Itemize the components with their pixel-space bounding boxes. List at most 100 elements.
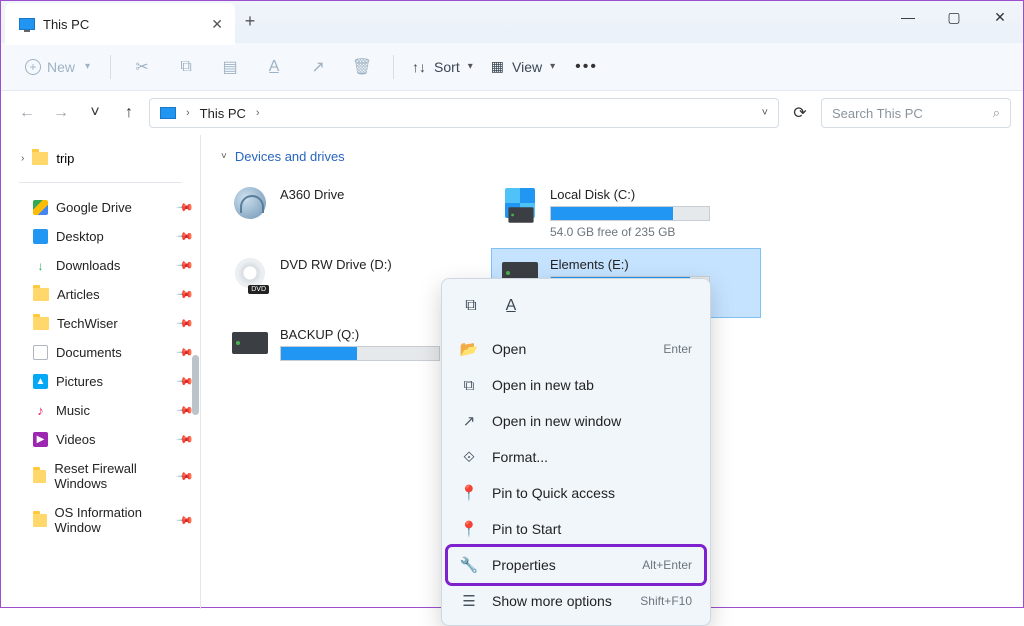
view-icon: ▦ bbox=[491, 58, 504, 75]
share-button[interactable]: ↗ bbox=[297, 49, 339, 85]
sidebar-item[interactable]: OS Information Window📌 bbox=[1, 498, 200, 542]
close-button[interactable]: ✕ bbox=[977, 1, 1023, 33]
drive-name: A360 Drive bbox=[280, 187, 482, 202]
more-icon: ☰ bbox=[460, 592, 478, 610]
rename-button[interactable]: A̲ bbox=[253, 49, 295, 85]
sidebar-item-trip[interactable]: › trip bbox=[1, 145, 200, 172]
up-button[interactable]: ↑ bbox=[115, 99, 143, 127]
pin-icon: 📌 bbox=[176, 314, 195, 333]
forward-button[interactable]: → bbox=[47, 99, 75, 127]
drive-name: Local Disk (C:) bbox=[550, 187, 752, 202]
drive-name: DVD RW Drive (D:) bbox=[280, 257, 482, 272]
sort-button[interactable]: ↑↓ Sort ▾ bbox=[404, 59, 481, 75]
sidebar-item[interactable]: Desktop📌 bbox=[1, 222, 200, 251]
paste-button[interactable]: ▤ bbox=[209, 49, 251, 85]
maximize-button[interactable]: ▢ bbox=[931, 1, 977, 33]
sidebar-item[interactable]: Google Drive📌 bbox=[1, 193, 200, 222]
context-menu-item[interactable]: 📂OpenEnter bbox=[448, 331, 704, 367]
drive-icon bbox=[230, 327, 270, 359]
fmt-icon: ⟐ bbox=[460, 448, 478, 466]
ext-icon: ↗ bbox=[460, 412, 478, 430]
sort-icon: ↑↓ bbox=[412, 59, 426, 75]
rename-button[interactable]: A̲ bbox=[494, 291, 528, 321]
view-button[interactable]: ▦ View ▾ bbox=[483, 58, 563, 75]
this-pc-icon bbox=[19, 18, 35, 30]
sidebar-item[interactable]: Articles📌 bbox=[1, 280, 200, 309]
context-item-label: Pin to Start bbox=[492, 521, 561, 537]
context-menu-item[interactable]: 🔧 Properties Alt+Enter bbox=[448, 547, 704, 583]
new-button[interactable]: + New ▾ bbox=[15, 53, 100, 81]
shortcut-label: Alt+Enter bbox=[642, 558, 692, 572]
add-tab-button[interactable]: + bbox=[235, 11, 265, 32]
active-tab[interactable]: This PC ✕ bbox=[5, 3, 235, 45]
context-menu: ⧉ A̲ 📂OpenEnter⧉Open in new tab↗Open in … bbox=[441, 278, 711, 626]
command-bar: + New ▾ ✂ ⧉ ▤ A̲ ↗ 🗑 ↑↓ Sort ▾ ▦ View ▾ … bbox=[1, 43, 1023, 91]
refresh-button[interactable]: ⟳ bbox=[785, 103, 815, 123]
search-placeholder: Search This PC bbox=[832, 106, 923, 121]
context-menu-item[interactable]: 📍Pin to Quick access bbox=[448, 475, 704, 511]
chevron-right-icon: › bbox=[256, 107, 260, 119]
section-title: Devices and drives bbox=[235, 149, 345, 164]
sidebar-item[interactable]: Reset Firewall Windows📌 bbox=[1, 454, 200, 498]
context-item-label: Open bbox=[492, 341, 526, 357]
context-menu-item[interactable]: ⧉Open in new tab bbox=[448, 367, 704, 403]
sidebar-item[interactable]: Documents📌 bbox=[1, 338, 200, 367]
context-item-label: Properties bbox=[492, 557, 556, 573]
sidebar-item-label: trip bbox=[56, 151, 74, 166]
shortcut-label: Enter bbox=[663, 342, 692, 356]
drive-item[interactable]: A360 Drive bbox=[221, 178, 491, 248]
pin-icon: 📌 bbox=[176, 227, 195, 246]
sidebar-item[interactable]: TechWiser📌 bbox=[1, 309, 200, 338]
chevron-down-icon: ▾ bbox=[468, 61, 473, 72]
capacity-bar bbox=[280, 346, 440, 361]
chevron-right-icon: › bbox=[21, 153, 24, 164]
search-input[interactable]: Search This PC ⌕ bbox=[821, 98, 1011, 128]
copy-button[interactable]: ⧉ bbox=[454, 291, 488, 321]
sidebar-item[interactable]: ♪Music📌 bbox=[1, 396, 200, 425]
delete-button[interactable]: 🗑 bbox=[341, 49, 383, 85]
new-label: New bbox=[47, 59, 75, 75]
address-bar: ← → ˅ ↑ › This PC › ˅ ⟳ Search This PC ⌕ bbox=[1, 91, 1023, 135]
capacity-bar bbox=[550, 206, 710, 221]
pin-icon: 📌 bbox=[176, 256, 195, 275]
cut-button[interactable]: ✂ bbox=[121, 49, 163, 85]
back-button[interactable]: ← bbox=[13, 99, 41, 127]
tab-close-icon[interactable]: ✕ bbox=[211, 16, 223, 33]
window-controls: — ▢ ✕ bbox=[885, 1, 1023, 33]
chevron-down-icon[interactable]: ˅ bbox=[762, 107, 768, 119]
breadcrumb[interactable]: › This PC › ˅ bbox=[149, 98, 779, 128]
sidebar-item[interactable]: ▲Pictures📌 bbox=[1, 367, 200, 396]
sidebar-item[interactable]: ▶Videos📌 bbox=[1, 425, 200, 454]
pin-icon: 📌 bbox=[176, 198, 195, 217]
search-icon: ⌕ bbox=[993, 105, 1000, 121]
scrollbar-thumb[interactable] bbox=[192, 355, 199, 415]
sidebar-item[interactable]: ↓Downloads📌 bbox=[1, 251, 200, 280]
section-header[interactable]: ˅ Devices and drives bbox=[221, 149, 1003, 164]
context-item-label: Open in new tab bbox=[492, 377, 594, 393]
copy-button[interactable]: ⧉ bbox=[165, 49, 207, 85]
navigation-pane: › trip Google Drive📌Desktop📌↓Downloads📌A… bbox=[1, 135, 201, 609]
chevron-down-icon: ▾ bbox=[85, 61, 90, 72]
drive-icon bbox=[230, 257, 270, 289]
drive-free: 54.0 GB free of 235 GB bbox=[550, 225, 752, 239]
wrench-icon: 🔧 bbox=[460, 556, 478, 574]
more-button[interactable]: ••• bbox=[565, 58, 608, 76]
context-menu-item[interactable]: ⟐Format... bbox=[448, 439, 704, 475]
divider bbox=[19, 182, 182, 183]
titlebar: This PC ✕ + — ▢ ✕ bbox=[1, 1, 1023, 43]
shortcut-label: Shift+F10 bbox=[640, 594, 692, 608]
drive-item[interactable]: Local Disk (C:) 54.0 GB free of 235 GB bbox=[491, 178, 761, 248]
divider bbox=[110, 55, 111, 79]
context-menu-item[interactable]: ↗Open in new window bbox=[448, 403, 704, 439]
context-menu-item[interactable]: ☰Show more optionsShift+F10 bbox=[448, 583, 704, 619]
pin-icon: 📍 bbox=[460, 484, 478, 502]
plus-icon: + bbox=[25, 59, 41, 75]
context-menu-item[interactable]: 📍Pin to Start bbox=[448, 511, 704, 547]
pin-icon: 📌 bbox=[176, 511, 195, 530]
view-label: View bbox=[512, 59, 542, 75]
context-quick-actions: ⧉ A̲ bbox=[448, 285, 704, 331]
recent-dropdown[interactable]: ˅ bbox=[81, 99, 109, 127]
breadcrumb-root[interactable]: This PC bbox=[200, 106, 246, 121]
minimize-button[interactable]: — bbox=[885, 1, 931, 33]
drive-name: Elements (E:) bbox=[550, 257, 752, 272]
